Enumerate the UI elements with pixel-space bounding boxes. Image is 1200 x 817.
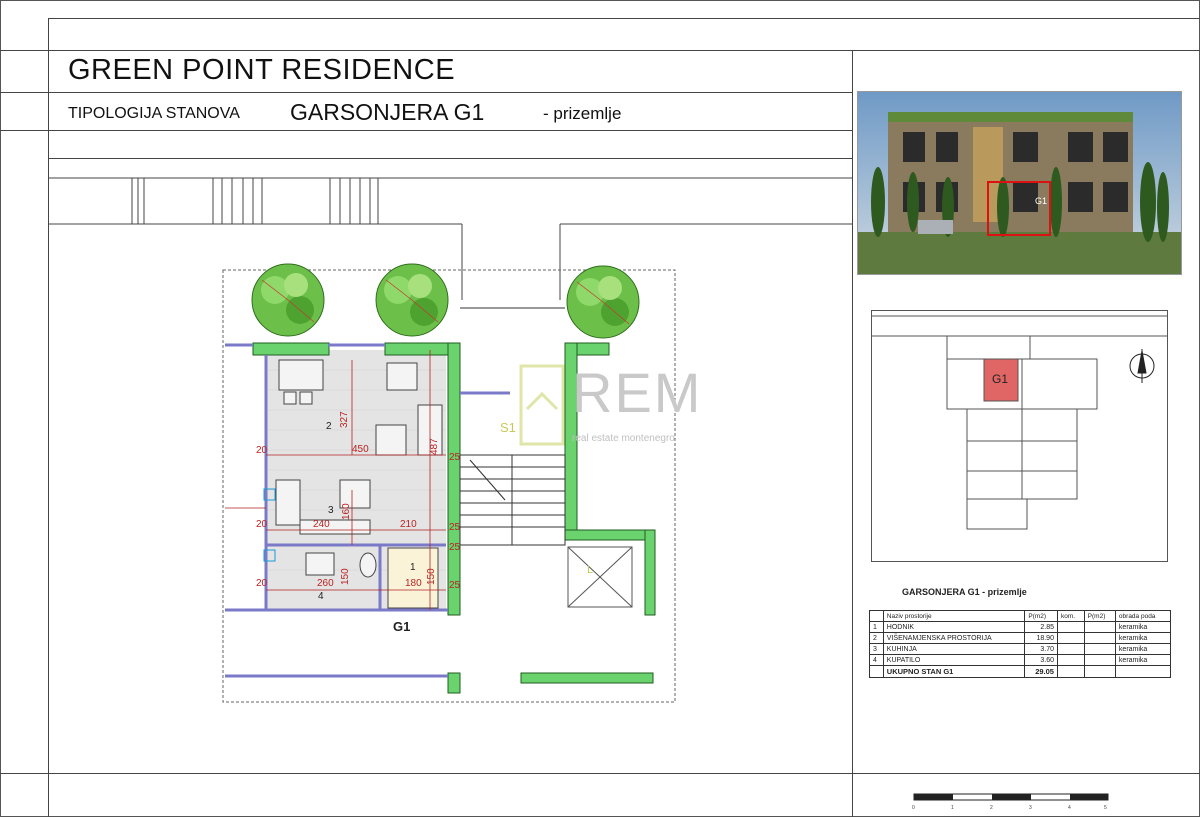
table-header: Naziv prostorije (882, 610, 1026, 622)
window-marks (131, 178, 379, 224)
building-render: G1 (857, 91, 1182, 275)
scale-tick: 1 (951, 805, 954, 811)
frame-line (48, 92, 852, 93)
stair-label: S1 (500, 420, 516, 435)
area-table-title: GARSONJERA G1 - prizemlje (902, 587, 1027, 597)
watermark-house-icon (519, 364, 565, 446)
dimension-text: 487 (429, 438, 440, 455)
dimension-text: 240 (313, 519, 330, 530)
tree-icon (566, 265, 640, 339)
building-outline (48, 177, 852, 300)
floor-suffix: - prizemlje (543, 104, 622, 123)
scale-tick: 3 (1029, 805, 1032, 811)
elevator-label: L (587, 564, 593, 576)
project-title: GREEN POINT RESIDENCE (68, 54, 456, 86)
frame-line (0, 773, 1200, 774)
frame-line (48, 18, 1200, 19)
north-arrow-icon (1129, 349, 1155, 383)
tree-icon (251, 263, 325, 337)
room-number: 4 (318, 591, 324, 602)
render-unit-tag: G1 (1035, 196, 1047, 206)
table-total-row: UKUPNO STAN G1 29.05 (869, 665, 1172, 678)
table-header-row: Naziv prostorije P(m2) kom. P(m2) obrada… (869, 610, 1172, 622)
floor-plan: 327 450 487 20 240 160 210 20 260 150 18… (48, 177, 852, 703)
table-header: P(m2) (1083, 610, 1116, 622)
table-row: 4 KUPATILO 3.60 keramika (869, 654, 1172, 666)
frame-line (852, 50, 853, 817)
scale-bar: 0 1 2 3 4 5 (912, 793, 1109, 811)
elevator (567, 546, 633, 608)
table-row: 2 VIŠENAMJENSKA PROSTORIJA 18.90 keramik… (869, 632, 1172, 644)
frame-line (0, 92, 48, 93)
table-header: kom. (1056, 610, 1085, 622)
room-number: 1 (410, 562, 416, 573)
unit-label: G1 (393, 619, 411, 634)
scale-tick: 0 (912, 805, 915, 811)
watermark-brand: REM (572, 361, 703, 424)
table-row: 1 HODNIK 2.85 keramika (869, 621, 1172, 633)
frame-line (0, 50, 1200, 51)
dimension-text: 180 (405, 578, 422, 589)
dimension-text: 20 (256, 445, 268, 456)
scale-tick: 5 (1104, 805, 1107, 811)
table-header: P(m2) (1024, 610, 1058, 622)
dimension-text: 25 (449, 542, 461, 553)
dimension-text: 25 (449, 452, 461, 463)
room-number: 2 (326, 421, 332, 432)
frame-line (0, 130, 48, 131)
unit-name: GARSONJERA G1 (290, 99, 485, 125)
dimension-text: 150 (340, 568, 351, 585)
area-table: Naziv prostorije P(m2) kom. P(m2) obrada… (869, 610, 1172, 678)
dimension-text: 150 (426, 568, 437, 585)
scale-tick: 2 (990, 805, 993, 811)
key-plan: G1 (871, 310, 1168, 562)
dimension-text: 25 (449, 522, 461, 533)
keyplan-unit-tag: G1 (992, 372, 1008, 386)
tree-icon (375, 263, 449, 337)
dimension-text: 450 (352, 444, 369, 455)
dimension-text: 20 (256, 578, 268, 589)
dimension-text: 160 (341, 503, 352, 520)
dimension-text: 260 (317, 578, 334, 589)
watermark-tagline: real estate montenegro (572, 433, 675, 444)
typology-label: TIPOLOGIJA STANOVA (68, 105, 240, 122)
dimension-text: 327 (339, 411, 350, 428)
dimension-text: 210 (400, 519, 417, 530)
dimension-text: 20 (256, 519, 268, 530)
table-row: 3 KUHINJA 3.70 keramika (869, 643, 1172, 655)
room-number: 3 (328, 505, 334, 516)
dimension-text: 25 (449, 580, 461, 591)
scale-tick: 4 (1068, 805, 1071, 811)
frame-line (48, 130, 852, 131)
table-header: obrada poda (1114, 610, 1172, 622)
